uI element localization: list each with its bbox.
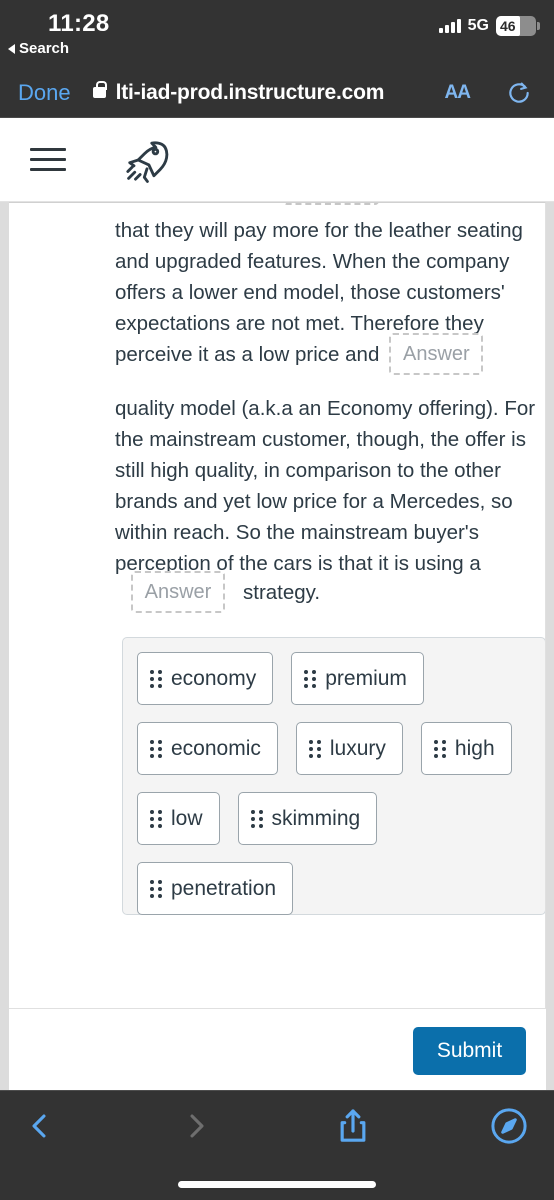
safari-bottom-nav (0, 1090, 554, 1200)
answer-blank-1[interactable]: Answer (389, 333, 484, 375)
answer-chip-label: skimming (271, 806, 361, 830)
answer-chip-skimming[interactable]: skimming (237, 792, 378, 845)
submit-button-bottom[interactable]: Submit (413, 1027, 526, 1075)
drag-handle-icon[interactable] (433, 739, 446, 758)
answer-blank-clipped[interactable] (283, 203, 379, 205)
battery-icon: 46 (496, 16, 540, 36)
text-size-button[interactable]: AA (445, 82, 471, 104)
home-indicator (178, 1181, 376, 1188)
drag-handle-icon[interactable] (250, 809, 263, 828)
answer-chip-economy[interactable]: economy (137, 652, 274, 705)
chevron-left-icon[interactable] (22, 1105, 56, 1147)
compass-icon[interactable] (488, 1105, 530, 1147)
signal-bars-icon (439, 19, 461, 33)
page-scroll-area: that they will pay more for the leather … (0, 202, 554, 1090)
drag-handle-icon[interactable] (150, 669, 162, 688)
blank-1-prefix: perceive it as a low price and (115, 342, 380, 366)
right-rail (546, 202, 554, 1090)
status-bar-indicators: 5G 46 (439, 16, 540, 36)
app-toolbar: Return Submit (0, 118, 554, 303)
question-paragraph-2: quality model (a.k.a an Economy offering… (115, 393, 540, 579)
drag-handle-icon[interactable] (150, 879, 162, 898)
answer-chip-high[interactable]: high (420, 722, 512, 775)
blank-1-row: perceive it as a low price and Answer (115, 333, 540, 375)
reload-icon[interactable] (506, 80, 532, 106)
answer-chip-label: penetration (171, 876, 277, 900)
back-to-search-button[interactable]: Search (8, 40, 69, 57)
question-footer: Submit (9, 1008, 546, 1090)
rocket-icon[interactable] (124, 137, 170, 183)
share-icon[interactable] (333, 1103, 373, 1149)
answer-chip-label: economic (171, 736, 261, 760)
answer-bank-row: penetration (137, 862, 545, 915)
paragraph-2-text: quality model (a.k.a an Economy offering… (115, 397, 536, 575)
answer-chip-label: economy (171, 666, 257, 690)
drag-handle-icon[interactable] (150, 739, 162, 758)
drag-handle-icon[interactable] (308, 739, 321, 758)
phone-screen: 11:28 Search 5G 46 Done lti-iad-prod.ins… (0, 0, 554, 1200)
lock-icon (92, 81, 107, 98)
status-bar-time: 11:28 (48, 10, 110, 37)
question-paragraph-1: that they will pay more for the leather … (115, 215, 540, 339)
url-label[interactable]: lti-iad-prod.instructure.com (116, 81, 385, 105)
paragraph-1-text: that they will pay more for the leather … (115, 219, 523, 335)
answer-chip-luxury[interactable]: luxury (295, 722, 403, 775)
answer-bank: economy premium economic luxury high low… (122, 637, 545, 915)
answer-bank-row: low skimming (137, 792, 545, 845)
blank-2-row: Answer strategy. (131, 571, 545, 613)
done-button[interactable]: Done (18, 80, 71, 106)
answer-chip-label: premium (325, 666, 407, 690)
answer-chip-label: low (171, 806, 203, 830)
answer-chip-premium[interactable]: premium (291, 652, 424, 705)
safari-url-bar: Done lti-iad-prod.instructure.com AA (0, 68, 554, 118)
chevron-right-icon (180, 1105, 214, 1147)
back-to-search-label: Search (19, 40, 70, 57)
hamburger-menu-icon[interactable] (30, 148, 66, 171)
ios-status-bar: 11:28 Search 5G 46 (0, 0, 554, 68)
answer-blank-2[interactable]: Answer (131, 571, 225, 613)
answer-chip-penetration[interactable]: penetration (137, 862, 294, 915)
answer-chip-label: luxury (329, 736, 386, 760)
blank-2-suffix: strategy. (243, 580, 321, 604)
answer-chip-label: high (454, 736, 495, 760)
drag-handle-icon[interactable] (150, 809, 162, 828)
network-type-label: 5G (467, 17, 489, 34)
battery-level-label: 46 (500, 18, 516, 34)
answer-chip-low[interactable]: low (137, 792, 220, 845)
drag-handle-icon[interactable] (304, 669, 317, 688)
left-rail (0, 202, 9, 1090)
answer-chip-economic[interactable]: economic (137, 722, 278, 775)
answer-bank-row: economy premium (137, 652, 545, 705)
question-sheet: that they will pay more for the leather … (9, 202, 546, 1008)
back-triangle-icon (8, 43, 15, 54)
answer-bank-row: economic luxury high (137, 722, 545, 775)
